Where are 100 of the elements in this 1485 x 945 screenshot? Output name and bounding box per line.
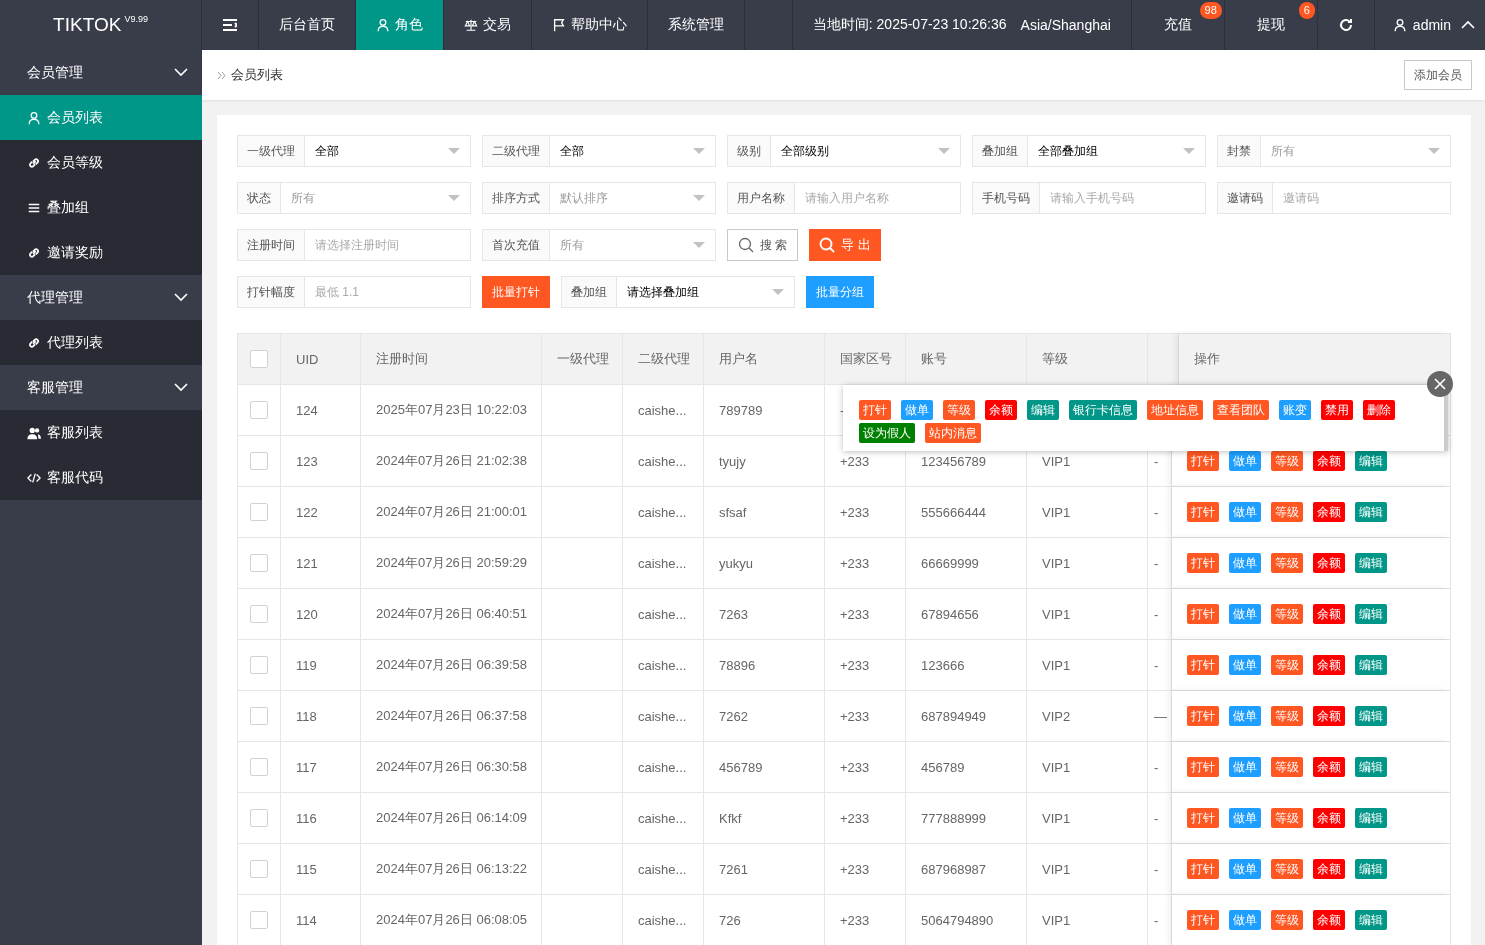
row-checkbox[interactable]	[250, 554, 268, 572]
action-tag[interactable]: 等级	[1271, 553, 1303, 573]
export-button[interactable]: 导 出	[809, 229, 881, 261]
action-tag[interactable]: 打针	[1187, 502, 1219, 522]
select-field[interactable]: 默认排序	[550, 182, 716, 214]
action-tag[interactable]: 余额	[1313, 502, 1345, 522]
action-tag[interactable]: 编辑	[1355, 655, 1387, 675]
input-field[interactable]: 邀请码	[1273, 182, 1451, 214]
select-field[interactable]: 所有	[550, 229, 716, 261]
action-tag[interactable]: 等级	[1271, 808, 1303, 828]
row-checkbox[interactable]	[250, 503, 268, 521]
action-tag[interactable]: 禁用	[1321, 400, 1353, 420]
action-tag[interactable]: 设为假人	[859, 423, 915, 443]
row-checkbox[interactable]	[250, 605, 268, 623]
action-tag[interactable]: 做单	[1229, 910, 1261, 930]
row-checkbox[interactable]	[250, 860, 268, 878]
action-tag[interactable]: 做单	[1229, 553, 1261, 573]
action-tag[interactable]: 等级	[1271, 757, 1303, 777]
action-tag[interactable]: 打针	[1187, 808, 1219, 828]
action-tag[interactable]: 打针	[1187, 910, 1219, 930]
action-tag[interactable]: 做单	[1229, 808, 1261, 828]
batch-button[interactable]: 批量分组	[806, 276, 874, 308]
action-tag[interactable]: 编辑	[1355, 553, 1387, 573]
chevron-icon[interactable]	[174, 383, 188, 392]
action-tag[interactable]: 打针	[1187, 604, 1219, 624]
action-tag[interactable]: 做单	[1229, 859, 1261, 879]
action-tag[interactable]: 站内消息	[925, 423, 981, 443]
search-button[interactable]: 搜 索	[727, 229, 799, 261]
action-tag[interactable]: 打针	[1187, 757, 1219, 777]
action-tag[interactable]: 余额	[1313, 604, 1345, 624]
row-checkbox[interactable]	[250, 911, 268, 929]
action-tag[interactable]: 删除	[1363, 400, 1395, 420]
action-tag[interactable]: 编辑	[1355, 502, 1387, 522]
action-tag[interactable]: 打针	[1187, 706, 1219, 726]
action-tag[interactable]: 等级	[1271, 910, 1303, 930]
action-tag[interactable]: 编辑	[1355, 757, 1387, 777]
action-tag[interactable]: 账变	[1279, 400, 1311, 420]
select-all-checkbox[interactable]	[250, 350, 268, 368]
select-field[interactable]: 全部叠加组	[1028, 135, 1206, 167]
sidebar-group[interactable]: 会员管理	[27, 63, 83, 82]
sidebar-group[interactable]: 客服管理	[27, 378, 83, 397]
action-tag[interactable]: 余额	[1313, 910, 1345, 930]
action-tag[interactable]: 编辑	[1355, 910, 1387, 930]
row-checkbox[interactable]	[250, 656, 268, 674]
row-checkbox[interactable]	[250, 707, 268, 725]
select-field[interactable]: 所有	[281, 182, 471, 214]
action-tag[interactable]: 余额	[1313, 859, 1345, 879]
input-field[interactable]: 最低 1.1	[305, 276, 471, 308]
action-tag[interactable]: 查看团队	[1213, 400, 1269, 420]
action-tag[interactable]: 打针	[1187, 553, 1219, 573]
action-tag[interactable]: 余额	[1313, 553, 1345, 573]
action-tag[interactable]: 地址信息	[1147, 400, 1203, 420]
row-checkbox[interactable]	[250, 401, 268, 419]
sidebar-item[interactable]: 代理列表	[0, 320, 202, 365]
action-tag[interactable]: 编辑	[1355, 859, 1387, 879]
action-tag[interactable]: 编辑	[1355, 451, 1387, 471]
select-field[interactable]: 全部	[305, 135, 471, 167]
action-tag[interactable]: 编辑	[1355, 706, 1387, 726]
row-checkbox[interactable]	[250, 758, 268, 776]
sidebar-item[interactable]: 邀请奖励	[0, 230, 202, 275]
input-field[interactable]: 请输入用户名称	[795, 182, 961, 214]
action-tag[interactable]: 等级	[1271, 451, 1303, 471]
select-field[interactable]: 全部级别	[771, 135, 961, 167]
action-tag[interactable]: 编辑	[1355, 808, 1387, 828]
action-tag[interactable]: 等级	[1271, 859, 1303, 879]
action-tag[interactable]: 余额	[1313, 655, 1345, 675]
action-tag[interactable]: 银行卡信息	[1069, 400, 1137, 420]
batch-button[interactable]: 批量打针	[482, 276, 550, 308]
row-checkbox[interactable]	[250, 452, 268, 470]
action-tag[interactable]: 做单	[1229, 451, 1261, 471]
sidebar-group[interactable]: 代理管理	[27, 288, 83, 307]
action-tag[interactable]: 余额	[1313, 757, 1345, 777]
nav-tab[interactable]: 角色	[356, 0, 444, 50]
action-tag[interactable]: 编辑	[1355, 604, 1387, 624]
action-tag[interactable]: 等级	[1271, 706, 1303, 726]
action-tag[interactable]: 打针	[1187, 859, 1219, 879]
action-tag[interactable]: 做单	[901, 400, 933, 420]
action-tag[interactable]: 做单	[1229, 502, 1261, 522]
action-tag[interactable]: 做单	[1229, 604, 1261, 624]
select-field[interactable]: 所有	[1261, 135, 1451, 167]
action-tag[interactable]: 打针	[1187, 451, 1219, 471]
chevron-icon[interactable]	[174, 68, 188, 77]
sidebar-item[interactable]: 客服代码	[0, 455, 202, 500]
sidebar-item[interactable]: 叠加组	[0, 185, 202, 230]
action-tag[interactable]: 编辑	[1027, 400, 1059, 420]
action-tag[interactable]: 做单	[1229, 706, 1261, 726]
action-tag[interactable]: 做单	[1229, 757, 1261, 777]
select-field[interactable]: 全部	[550, 135, 716, 167]
sidebar-item[interactable]: 会员列表	[0, 95, 202, 140]
action-tag[interactable]: 余额	[1313, 451, 1345, 471]
sidebar-item[interactable]: 客服列表	[0, 410, 202, 455]
action-tag[interactable]: 余额	[1313, 808, 1345, 828]
breadcrumb[interactable]: 会员列表	[231, 66, 283, 84]
action-tag[interactable]: 等级	[1271, 655, 1303, 675]
action-tag[interactable]: 等级	[943, 400, 975, 420]
action-tag[interactable]: 打针	[859, 400, 891, 420]
input-field[interactable]: 请选择注册时间	[305, 229, 471, 261]
action-tag[interactable]: 余额	[985, 400, 1017, 420]
add-member-button[interactable]: 添加会员	[1404, 60, 1472, 90]
select-field[interactable]: 请选择叠加组	[617, 276, 795, 308]
